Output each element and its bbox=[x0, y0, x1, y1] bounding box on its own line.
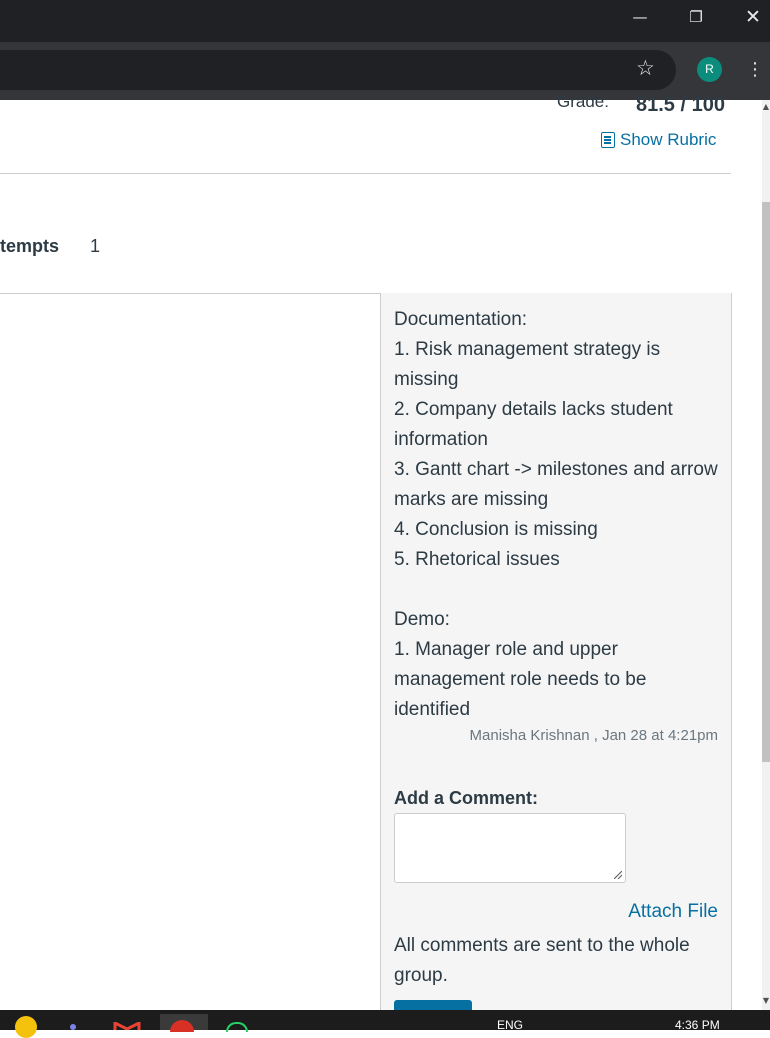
window-title-bar: — ❐ ✕ bbox=[0, 0, 770, 42]
browser-menu-icon[interactable]: ⋮ bbox=[746, 58, 764, 82]
comment-line: 3. Gantt chart -> milestones and arrow m… bbox=[394, 459, 718, 510]
add-comment-label: Add a Comment: bbox=[394, 788, 538, 808]
comments-panel: Documentation: 1. Risk management strate… bbox=[380, 293, 732, 1020]
comment-line bbox=[394, 575, 719, 605]
comment-line: 4. Conclusion is missing bbox=[394, 519, 598, 540]
divider bbox=[0, 173, 731, 174]
comment-line: Demo: bbox=[394, 609, 450, 630]
address-bar[interactable]: ☆ bbox=[0, 50, 676, 90]
grade-value: 81.5 / 100 bbox=[636, 94, 725, 116]
chrome-taskbar-icon[interactable] bbox=[15, 1016, 37, 1038]
show-rubric-link[interactable]: Show Rubric bbox=[601, 130, 716, 150]
resize-grip-icon[interactable] bbox=[614, 871, 622, 879]
comment-line: 5. Rhetorical issues bbox=[394, 549, 560, 570]
comment-line: 2. Company details lacks student informa… bbox=[394, 399, 673, 450]
gmail-taskbar-icon[interactable] bbox=[113, 1022, 141, 1030]
comment-input[interactable] bbox=[394, 813, 626, 883]
group-comment-notice: All comments are sent to the whole group… bbox=[394, 935, 690, 986]
attach-file-link[interactable]: Attach File bbox=[628, 901, 718, 923]
minimize-button[interactable]: — bbox=[620, 6, 660, 28]
comment-author-meta: Manisha Krishnan , Jan 28 at 4:21pm bbox=[469, 727, 718, 744]
comment-line: 1. Risk management strategy is missing bbox=[394, 339, 661, 390]
attempts-label: tempts bbox=[0, 236, 60, 256]
rubric-icon bbox=[601, 132, 615, 148]
restore-button[interactable]: ❐ bbox=[676, 6, 716, 28]
scroll-up-arrow-icon[interactable]: ▲ bbox=[762, 100, 770, 114]
scroll-down-arrow-icon[interactable]: ▼ bbox=[762, 994, 770, 1008]
comment-body: Documentation: 1. Risk management strate… bbox=[394, 305, 719, 725]
attempts-value: 1 bbox=[90, 236, 101, 256]
show-rubric-label: Show Rubric bbox=[620, 130, 717, 149]
grade-label: Grade: bbox=[557, 92, 609, 111]
comment-line: 1. Manager role and upper management rol… bbox=[394, 639, 647, 720]
comment-line: Documentation: bbox=[394, 309, 528, 330]
page-scrollbar-thumb[interactable] bbox=[762, 202, 770, 762]
star-icon[interactable]: ☆ bbox=[636, 56, 655, 80]
app-taskbar-icon[interactable] bbox=[70, 1024, 76, 1030]
browser-toolbar: ☆ bbox=[0, 42, 770, 100]
profile-avatar[interactable]: R bbox=[697, 57, 722, 82]
close-button[interactable]: ✕ bbox=[733, 6, 770, 28]
